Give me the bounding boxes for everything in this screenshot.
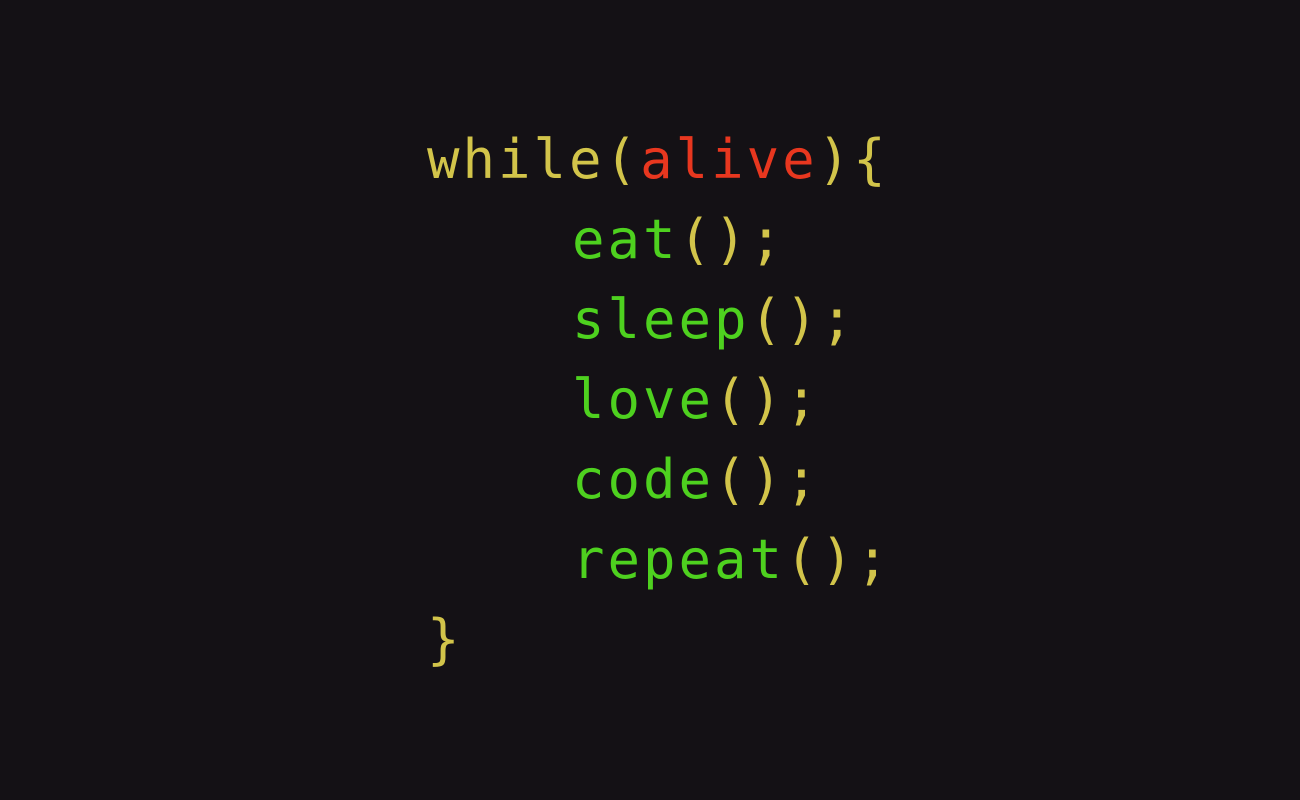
semicolon: ;	[785, 368, 821, 431]
close-paren: )	[817, 128, 854, 191]
function-name: code	[572, 448, 715, 511]
while-keyword: while	[427, 128, 605, 191]
open-paren: (	[604, 128, 641, 191]
semicolon: ;	[820, 288, 857, 351]
code-wallpaper: while(alive){ eat(); sleep(); love(); co…	[0, 0, 1300, 800]
function-parens: ()	[749, 288, 821, 351]
call-line-code: code();	[427, 440, 892, 520]
open-brace: {	[853, 128, 889, 191]
semicolon: ;	[749, 208, 786, 271]
function-name: love	[572, 368, 715, 431]
call-line-sleep: sleep();	[427, 280, 892, 360]
close-brace: }	[427, 608, 463, 671]
function-name: repeat	[572, 528, 786, 591]
while-line: while(alive){	[427, 120, 892, 200]
call-line-eat: eat();	[427, 200, 892, 280]
function-name: sleep	[572, 288, 750, 351]
condition-variable: alive	[640, 128, 818, 191]
semicolon: ;	[785, 448, 821, 511]
call-line-love: love();	[427, 360, 892, 440]
code-block: while(alive){ eat(); sleep(); love(); co…	[427, 120, 892, 680]
function-name: eat	[572, 208, 679, 271]
function-parens: ()	[678, 208, 750, 271]
semicolon: ;	[856, 528, 892, 591]
call-line-repeat: repeat();	[427, 520, 892, 600]
function-parens: ()	[714, 448, 786, 511]
close-brace-line: }	[427, 600, 892, 680]
function-parens: ()	[714, 368, 786, 431]
function-parens: ()	[785, 528, 857, 591]
